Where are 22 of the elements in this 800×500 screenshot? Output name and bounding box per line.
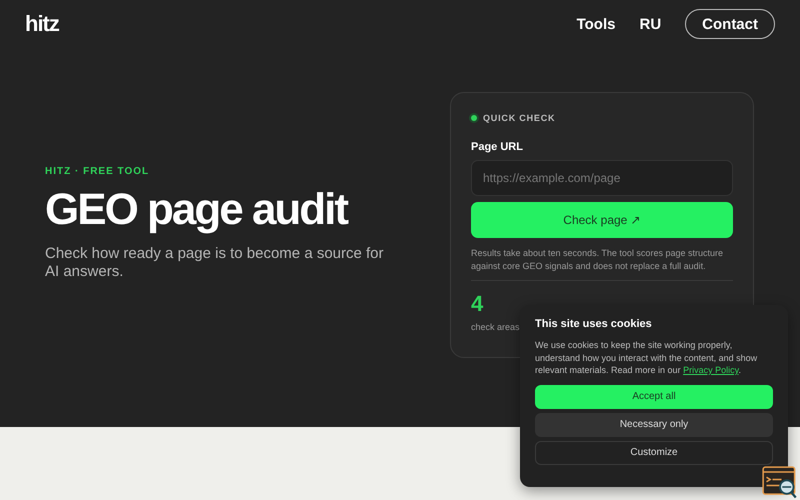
cookie-button[interactable]: Accept all (535, 384, 773, 408)
check-page-button[interactable]: Check page ↗ (471, 202, 733, 238)
cookie-text: We use cookies to keep the site working properly, understand how you interact with the content, and show relevant materials. Read more in our Privacy Policy. (535, 339, 758, 376)
field-label: Page URL (471, 141, 524, 153)
card-label: QUICK CHECK (483, 113, 556, 123)
stat-value: 4 (471, 291, 484, 317)
eyebrow-label: HITZ · FREE TOOL (45, 166, 150, 177)
stat-label: check areas (471, 322, 520, 332)
contact-button[interactable]: Contact (685, 9, 775, 39)
cookie-title: This site uses cookies (535, 318, 653, 330)
nav-link[interactable]: RU (639, 16, 662, 32)
card-note: Results take about ten seconds. The tool scores page structure against core GEO signals and does not replace a full audit. (471, 247, 724, 272)
cookie-button[interactable]: Necessary only (535, 412, 773, 436)
url-input-field[interactable]: https://example.com/page (471, 160, 733, 196)
feedback-widget-icon[interactable] (762, 466, 798, 499)
nav-link[interactable]: Tools (576, 16, 616, 32)
site-logo[interactable]: hitz (25, 11, 59, 37)
status-dot-icon (471, 115, 477, 121)
page-subtitle: Check how ready a page is to become a source for AI answers. (45, 245, 385, 281)
privacy-policy-link[interactable]: Privacy Policy (683, 365, 738, 375)
page-title: GEO page audit (45, 185, 349, 235)
cookie-button[interactable]: Customize (535, 440, 773, 464)
